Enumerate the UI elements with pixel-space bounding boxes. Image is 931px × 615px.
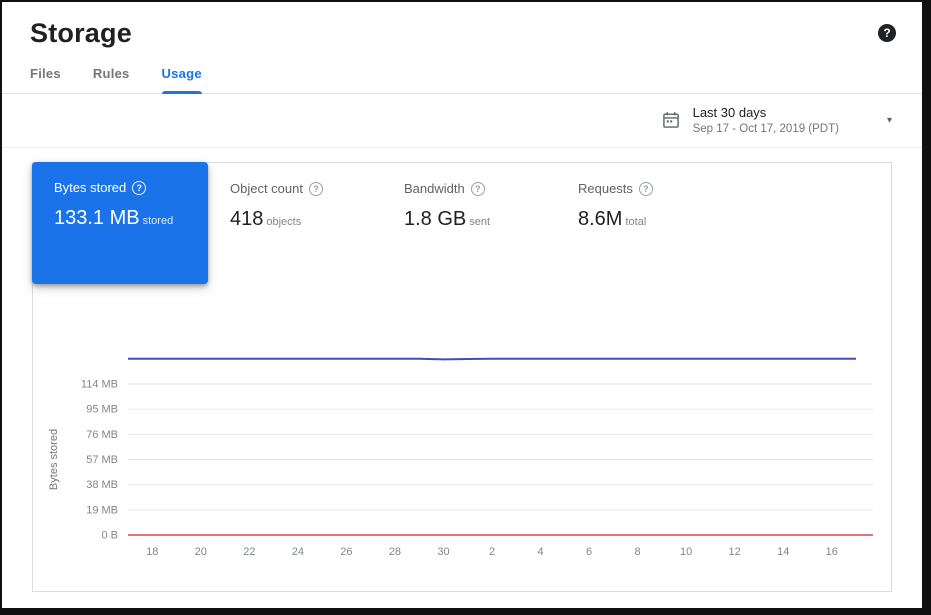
- metric-label: Bandwidth: [404, 181, 465, 196]
- metric-requests[interactable]: Requests ? 8.6Mtotal: [556, 163, 730, 283]
- metric-label: Bytes stored: [54, 180, 126, 195]
- metric-value-unit: stored: [143, 215, 174, 227]
- x-tick-label: 4: [537, 546, 543, 558]
- x-tick-label: 6: [586, 546, 592, 558]
- storage-page: Storage ? Files Rules Usage Last 30 days…: [2, 2, 922, 608]
- chart-area: 114 MB95 MB76 MB57 MB38 MB19 MB0 B182022…: [33, 283, 891, 591]
- y-tick-label: 19 MB: [86, 504, 118, 516]
- date-range-text: Last 30 days Sep 17 - Oct 17, 2019 (PDT): [693, 105, 839, 135]
- y-tick-label: 76 MB: [86, 429, 118, 441]
- page-header: Storage ?: [2, 2, 922, 49]
- metric-value-number: 1.8 GB: [404, 208, 466, 230]
- metric-value: 8.6Mtotal: [578, 208, 716, 231]
- metric-value-unit: total: [625, 216, 646, 228]
- x-tick-label: 10: [680, 546, 692, 558]
- metric-value-unit: objects: [266, 216, 301, 228]
- x-tick-label: 8: [635, 546, 641, 558]
- date-range-detail: Sep 17 - Oct 17, 2019 (PDT): [693, 123, 839, 135]
- y-tick-label: 57 MB: [86, 454, 118, 466]
- metric-bandwidth[interactable]: Bandwidth ? 1.8 GBsent: [382, 163, 556, 283]
- metric-value: 1.8 GBsent: [404, 208, 542, 231]
- x-tick-label: 24: [292, 546, 304, 558]
- date-range-selector[interactable]: Last 30 days Sep 17 - Oct 17, 2019 (PDT)…: [2, 94, 922, 148]
- y-tick-label: 0 B: [101, 530, 118, 542]
- x-tick-label: 12: [729, 546, 741, 558]
- x-tick-label: 14: [777, 546, 789, 558]
- metric-label-row: Object count ?: [230, 181, 368, 196]
- metric-value: 418objects: [230, 208, 368, 231]
- calendar-icon: [661, 110, 681, 130]
- x-tick-label: 2: [489, 546, 495, 558]
- chevron-down-icon: ▾: [887, 115, 892, 126]
- y-tick-label: 95 MB: [86, 404, 118, 416]
- metric-label-row: Bandwidth ?: [404, 181, 542, 196]
- x-tick-label: 20: [195, 546, 207, 558]
- x-tick-label: 22: [243, 546, 255, 558]
- metric-value-number: 8.6M: [578, 208, 622, 230]
- metrics-row: Bytes stored ? 133.1 MBstored Object cou…: [33, 163, 891, 283]
- metric-bytes-stored[interactable]: Bytes stored ? 133.1 MBstored: [32, 162, 208, 284]
- metric-value-number: 418: [230, 208, 263, 230]
- y-tick-label: 114 MB: [81, 379, 118, 391]
- y-axis-title: Bytes stored: [48, 429, 60, 490]
- y-tick-label: 38 MB: [86, 479, 118, 491]
- x-tick-label: 16: [826, 546, 838, 558]
- metric-object-count[interactable]: Object count ? 418objects: [208, 163, 382, 283]
- tab-files[interactable]: Files: [30, 53, 61, 93]
- help-icon[interactable]: ?: [309, 182, 323, 196]
- help-icon[interactable]: ?: [132, 181, 146, 195]
- metric-value: 133.1 MBstored: [54, 207, 194, 230]
- metric-label-row: Bytes stored ?: [54, 180, 194, 195]
- date-range-label: Last 30 days: [693, 105, 839, 120]
- bytes-stored-line: [128, 359, 856, 360]
- tab-usage[interactable]: Usage: [162, 53, 202, 93]
- help-icon[interactable]: ?: [878, 24, 896, 42]
- tab-bar: Files Rules Usage: [2, 53, 922, 94]
- page-title: Storage: [30, 18, 132, 49]
- x-tick-label: 26: [340, 546, 352, 558]
- metric-value-number: 133.1 MB: [54, 207, 140, 229]
- metric-label-row: Requests ?: [578, 181, 716, 196]
- metric-label: Requests: [578, 181, 633, 196]
- help-icon[interactable]: ?: [639, 182, 653, 196]
- x-tick-label: 30: [437, 546, 449, 558]
- usage-chart: 114 MB95 MB76 MB57 MB38 MB19 MB0 B182022…: [33, 334, 899, 574]
- help-icon[interactable]: ?: [471, 182, 485, 196]
- tab-rules[interactable]: Rules: [93, 53, 130, 93]
- metric-label: Object count: [230, 181, 303, 196]
- x-tick-label: 18: [146, 546, 158, 558]
- usage-panel: Bytes stored ? 133.1 MBstored Object cou…: [32, 162, 892, 592]
- metric-value-unit: sent: [469, 216, 490, 228]
- x-tick-label: 28: [389, 546, 401, 558]
